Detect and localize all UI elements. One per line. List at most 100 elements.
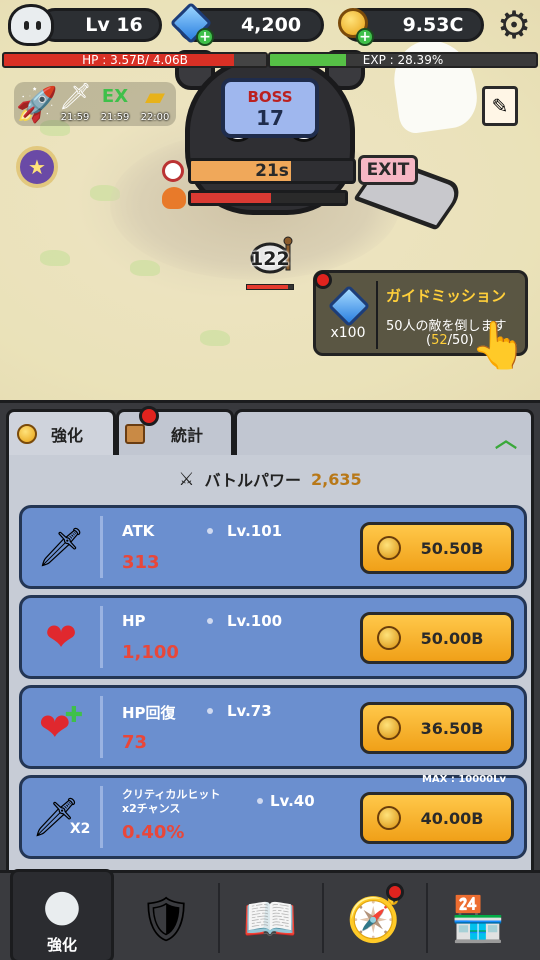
- upgrade-card-atk: 🗡 ATK Lv.101 313 50.50B: [19, 505, 527, 589]
- bullet: [207, 528, 213, 534]
- reward-count: x100: [330, 325, 366, 341]
- boss-hp-bar: [188, 190, 348, 206]
- nav-upgrade-label: 強化: [46, 935, 77, 954]
- coin-icon: [377, 806, 401, 830]
- tab-stats-label: 統計: [171, 425, 204, 445]
- stat-level: Lv.101: [227, 522, 283, 540]
- buff-atk[interactable]: 🗡 21:59: [58, 82, 92, 123]
- exp-bar: EXP : 28.39%: [268, 52, 538, 68]
- battle-power-label: バトルパワー: [204, 471, 301, 490]
- stat-amount: 313: [122, 552, 160, 573]
- boss-timer-text: 21s: [255, 161, 289, 181]
- upgrade-card-hp-regen: ❤ ✚ HP回復 Lv.73 73 36.50B: [19, 685, 527, 769]
- add-gold-button[interactable]: +: [356, 28, 374, 46]
- nav-shop[interactable]: 🏪: [426, 879, 530, 960]
- coin-icon: [377, 626, 401, 650]
- bottom-nav: ● 強化 🛡 📖 🧭 🏪: [0, 869, 540, 960]
- achievement-medal-icon[interactable]: ★: [16, 146, 58, 188]
- rocket-sword-icon[interactable]: 🚀: [14, 82, 60, 128]
- upgrade-cost: 40.00B: [420, 808, 484, 828]
- bullet: [207, 708, 213, 714]
- sword-shield-icon: 🛡: [138, 894, 194, 945]
- shop-icon: 🏪: [450, 894, 506, 945]
- hero-hp-bar: [246, 284, 294, 290]
- tab-upgrade[interactable]: 強化: [6, 409, 116, 455]
- collapse-chevron-up-icon[interactable]: ︿: [495, 422, 517, 454]
- x2-badge: X2: [69, 821, 91, 837]
- player-hp-bar: HP : 3.57B/ 4.06B: [2, 52, 268, 68]
- quest-notes-icon[interactable]: ✎: [482, 86, 518, 126]
- nav-equipment[interactable]: 🛡: [114, 879, 218, 960]
- sword-icon: 🗡: [36, 524, 86, 569]
- buff-exp[interactable]: EX 21:59: [98, 82, 132, 123]
- critical-sword-icon: 🗡 X2: [31, 794, 91, 839]
- player-level: Lv 16: [85, 14, 143, 36]
- coin-icon: [17, 423, 37, 444]
- spellbook-icon: 📖: [242, 894, 298, 945]
- nav-spellbook[interactable]: 📖: [218, 879, 322, 960]
- stat-name: HP: [122, 612, 146, 630]
- stat-amount: 1,100: [122, 642, 179, 663]
- player-avatar[interactable]: [8, 4, 54, 46]
- buff-time: 21:59: [60, 112, 90, 123]
- game-screen: Lv 16 4,200 + 9.53C + ⚙ HP : 3.57B/ 4.06…: [0, 0, 540, 960]
- upgrade-cost: 50.50B: [420, 538, 484, 558]
- upgrade-cost: 36.50B: [420, 718, 484, 738]
- grass-patch: [40, 250, 70, 266]
- boss-label: BOSS: [247, 88, 293, 106]
- pointing-hand-icon: 👆: [470, 318, 528, 372]
- stat-amount: 0.40%: [122, 822, 185, 843]
- guide-mission-progress: (52/50): [426, 333, 474, 348]
- coin-icon: [377, 536, 401, 560]
- exp-boost-icon: EX: [101, 86, 129, 107]
- boss-stage-plate: BOSS 17: [221, 78, 319, 138]
- gold-count: 9.53C: [402, 14, 464, 36]
- stat-level: Lv.100: [227, 612, 283, 630]
- upgrade-panel: 強化 統計 ︿ ⚔ バトルパワー 2,635 🗡 ATK Lv.101 313 …: [0, 400, 540, 873]
- upgrade-card-critical: 🗡 X2 クリティカルヒット x2チャンス Lv.40 0.40% MAX : 1…: [19, 774, 527, 859]
- stats-icon: [125, 423, 145, 444]
- atk-boost-icon: 🗡: [59, 82, 93, 112]
- upgrade-button-hp-regen[interactable]: 36.50B: [360, 702, 514, 754]
- nav-compass[interactable]: 🧭: [322, 879, 426, 960]
- bullet: [257, 798, 263, 804]
- boss-stage-number: 17: [256, 106, 284, 130]
- damage-number: 122: [250, 248, 290, 270]
- panel-tabs: 強化 統計 ︿: [6, 406, 534, 455]
- grass-patch: [130, 260, 160, 276]
- upgrade-button-critical[interactable]: 40.00B: [360, 792, 514, 844]
- tab-stats[interactable]: 統計: [116, 406, 234, 455]
- upgrade-button-hp[interactable]: 50.00B: [360, 612, 514, 664]
- upgrade-list: ⚔ バトルパワー 2,635 🗡 ATK Lv.101 313 50.50B ❤: [6, 455, 534, 873]
- nav-upgrade[interactable]: ● 強化: [10, 869, 114, 960]
- battle-power: ⚔ バトルパワー 2,635: [9, 461, 531, 497]
- stat-level: Lv.40: [270, 792, 315, 810]
- avatar-eye: [24, 21, 29, 30]
- heart-regen-icon: ❤ ✚: [38, 702, 84, 750]
- buff-gold[interactable]: ▰ 22:00: [138, 82, 172, 123]
- gold-boost-icon: ▰: [145, 82, 165, 112]
- tab-filler: ︿: [234, 409, 534, 455]
- max-level-label: MAX : 10000Lv: [421, 774, 506, 785]
- add-gems-button[interactable]: +: [196, 28, 214, 46]
- level-pill[interactable]: Lv 16: [38, 8, 162, 42]
- upgrade-button-atk[interactable]: 50.50B: [360, 522, 514, 574]
- gem-reward-icon: [327, 284, 371, 328]
- grass-patch: [200, 330, 230, 346]
- boss-timer-bar: 21s: [188, 158, 356, 184]
- notification-dot: [139, 406, 159, 426]
- bullet: [207, 618, 213, 624]
- top-bar: Lv 16 4,200 + 9.53C + ⚙: [0, 0, 540, 50]
- divider: [100, 786, 103, 848]
- exit-button[interactable]: EXIT: [358, 155, 418, 185]
- divider: [100, 606, 103, 668]
- stat-name: HP回復: [122, 704, 176, 722]
- divider: [100, 516, 103, 578]
- coin-icon: [377, 716, 401, 740]
- tab-upgrade-label: 強化: [51, 425, 84, 445]
- settings-gear-icon[interactable]: ⚙: [495, 6, 533, 44]
- stat-name: クリティカルヒット x2チャンス: [122, 788, 221, 815]
- battle-power-value: 2,635: [311, 469, 362, 489]
- player-blob-icon: ●: [42, 879, 82, 931]
- hp-bar-label: HP : 3.57B/ 4.06B: [82, 53, 188, 67]
